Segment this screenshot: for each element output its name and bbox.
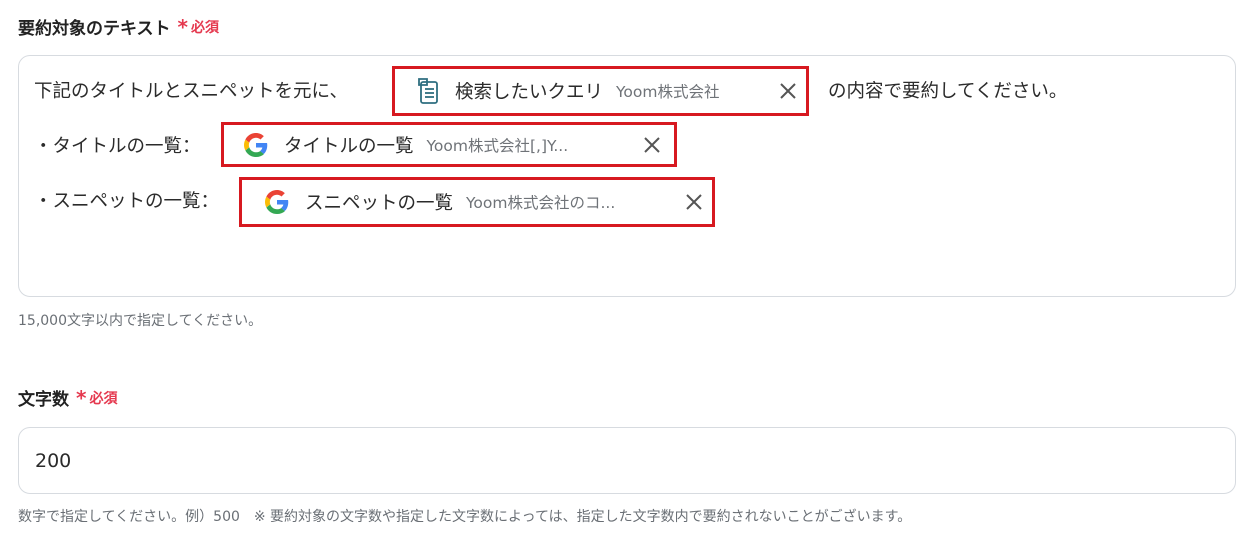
- char-count-field-hint: 数字で指定してください。例）500 ※ 要約対象の文字数や指定した文字数によって…: [18, 509, 912, 525]
- required-badge: 必須: [190, 19, 219, 36]
- summary-field-hint: 15,000文字以内で指定してください。: [18, 313, 263, 329]
- close-icon[interactable]: [778, 81, 798, 101]
- chip-label: 検索したいクエリ: [455, 82, 604, 103]
- required-asterisk: *: [177, 14, 188, 39]
- required-badge: 必須: [89, 390, 118, 407]
- line1-prefix-text: 下記のタイトルとスニペットを元に、: [34, 81, 348, 102]
- chip-label: スニペットの一覧: [305, 193, 454, 214]
- template-line-2-prefix: ・タイトルの一覧：: [34, 133, 201, 157]
- char-count-value: 200: [35, 449, 72, 472]
- chip-label: タイトルの一覧: [284, 135, 414, 157]
- variable-chip-snippets[interactable]: スニペットの一覧 Yoom株式会社のコ...: [239, 177, 715, 227]
- line1-suffix-text: の内容で要約してください。: [828, 81, 1068, 102]
- template-line-3-prefix: ・スニペットの一覧：: [34, 188, 219, 212]
- variable-chip-query[interactable]: 検索したいクエリ Yoom株式会社: [392, 66, 809, 116]
- google-icon: [244, 132, 268, 157]
- summary-field-label: 要約対象のテキスト: [18, 19, 171, 39]
- chip-value: Yoom株式会社のコ...: [466, 194, 616, 212]
- line2-prefix-text: ・タイトルの一覧：: [34, 136, 201, 157]
- char-count-input[interactable]: 200: [18, 427, 1236, 494]
- close-icon[interactable]: [642, 135, 662, 155]
- google-icon: [265, 190, 289, 214]
- char-count-field-label-row: 文字数 * 必須: [18, 385, 118, 411]
- char-count-field-label: 文字数: [18, 390, 69, 410]
- form-trigger-icon: [415, 77, 441, 105]
- variable-chip-titles[interactable]: タイトルの一覧 Yoom株式会社[,]Y...: [221, 122, 677, 167]
- line3-prefix-text: ・スニペットの一覧：: [34, 191, 220, 212]
- close-icon[interactable]: [684, 192, 704, 212]
- template-line-1-prefix: 下記のタイトルとスニペットを元に、: [34, 78, 348, 102]
- chip-value: Yoom株式会社: [616, 83, 720, 101]
- template-line-1-suffix: の内容で要約してください。: [828, 78, 1067, 102]
- required-asterisk: *: [76, 385, 87, 410]
- summary-field-label-row: 要約対象のテキスト * 必須: [18, 14, 219, 40]
- chip-value: Yoom株式会社[,]Y...: [426, 136, 569, 155]
